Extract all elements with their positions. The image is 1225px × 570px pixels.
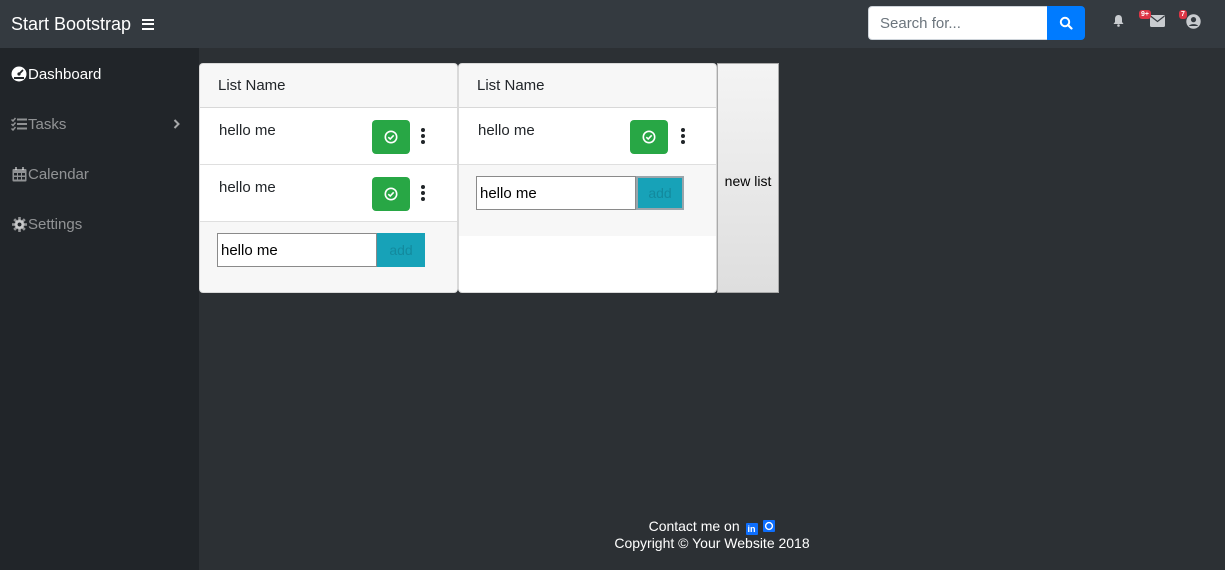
add-item-area: add: [459, 165, 716, 236]
bell-icon: [1113, 15, 1124, 27]
add-item-area: add: [200, 222, 457, 292]
alerts-button[interactable]: [1113, 14, 1124, 32]
list-item: hello me: [200, 165, 457, 222]
list-item-text: hello me: [478, 122, 535, 139]
sidebar-item-dashboard[interactable]: Dashboard: [11, 63, 191, 85]
messages-badge: 9+: [1139, 10, 1151, 19]
complete-button[interactable]: [630, 120, 668, 154]
contact-line: Contact me on in: [199, 518, 1225, 535]
sidebar-item-label: Dashboard: [28, 65, 102, 83]
settings-icon: [11, 216, 27, 232]
sidebar-item-tasks[interactable]: Tasks: [11, 113, 191, 135]
add-button[interactable]: add: [377, 233, 425, 267]
search-input[interactable]: [868, 6, 1047, 40]
list-card: List Name hello me hello me add: [199, 63, 458, 293]
user-menu-button[interactable]: 7: [1179, 10, 1201, 34]
new-item-input[interactable]: [476, 176, 636, 210]
more-options-icon[interactable]: [681, 128, 685, 144]
search-icon: [1059, 16, 1073, 30]
sidebar-item-label: Calendar: [28, 165, 89, 183]
linkedin-icon[interactable]: in: [745, 523, 758, 535]
search-form: [868, 6, 1085, 40]
contact-text: Contact me on: [648, 518, 740, 534]
footer: Contact me on in Copyright © Your Websit…: [199, 518, 1225, 551]
sidebar-item-calendar[interactable]: Calendar: [11, 163, 191, 185]
add-item-form: add: [217, 233, 425, 267]
chevron-right-icon: [173, 119, 180, 129]
add-button[interactable]: add: [636, 176, 684, 210]
user-badge: 7: [1179, 10, 1187, 19]
complete-button[interactable]: [372, 120, 410, 154]
sidebar-item-label: Tasks: [28, 115, 67, 133]
list-card: List Name hello me add: [458, 63, 717, 293]
github-icon[interactable]: [763, 520, 776, 532]
add-item-form: add: [476, 176, 684, 210]
brand-title[interactable]: Start Bootstrap: [11, 14, 131, 35]
dashboard-icon: [11, 66, 27, 82]
complete-button[interactable]: [372, 177, 410, 211]
user-circle-icon: [1186, 14, 1201, 29]
list-item: hello me: [459, 108, 716, 165]
sidebar-toggle-icon[interactable]: [142, 18, 155, 30]
check-circle-icon: [642, 130, 656, 144]
envelope-icon: [1150, 15, 1165, 27]
check-circle-icon: [384, 130, 398, 144]
list-item: hello me: [200, 108, 457, 165]
top-navbar: Start Bootstrap 9+ 7: [0, 0, 1225, 48]
tasks-icon: [11, 116, 27, 132]
new-list-button[interactable]: new list: [717, 63, 779, 293]
copyright-text: Copyright © Your Website 2018: [614, 535, 810, 551]
calendar-icon: [11, 166, 27, 182]
list-title: List Name: [200, 64, 457, 108]
messages-button[interactable]: 9+: [1139, 10, 1165, 32]
search-button[interactable]: [1047, 6, 1085, 40]
list-item-text: hello me: [219, 122, 276, 139]
more-options-icon[interactable]: [421, 128, 425, 144]
new-item-input[interactable]: [217, 233, 377, 267]
sidebar: Dashboard Tasks Calendar Settings: [0, 48, 199, 570]
sidebar-item-settings[interactable]: Settings: [11, 213, 191, 235]
list-item-text: hello me: [219, 179, 276, 196]
check-circle-icon: [384, 187, 398, 201]
more-options-icon[interactable]: [421, 185, 425, 201]
list-title: List Name: [459, 64, 716, 108]
sidebar-item-label: Settings: [28, 215, 83, 233]
